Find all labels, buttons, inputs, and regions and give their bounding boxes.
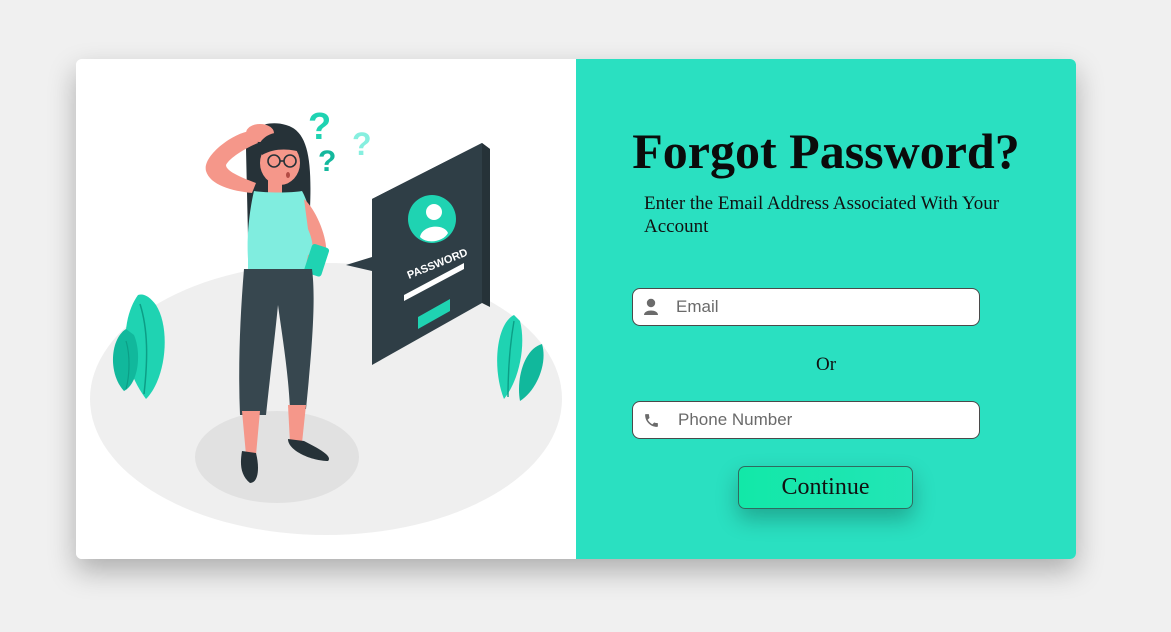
user-icon [642,298,660,316]
continue-button[interactable]: Continue [738,466,913,509]
phone-icon [642,411,660,429]
illustration-panel: PASSWORD ? ? ? [76,59,576,559]
phone-field-container[interactable] [632,401,980,439]
forgot-password-card: PASSWORD ? ? ? Forgot Password? Enter th… [76,59,1076,559]
svg-text:?: ? [318,145,336,178]
svg-text:?: ? [352,126,372,162]
form-subtitle: Enter the Email Address Associated With … [644,193,1000,237]
svg-text:?: ? [308,106,331,148]
form-panel: Forgot Password? Enter the Email Address… [576,59,1076,559]
email-field-container[interactable] [632,288,980,326]
email-input[interactable] [676,292,966,322]
or-divider: Or [815,354,837,375]
question-marks-icon: ? ? ? [308,106,372,178]
page-title: Forgot Password? [632,123,1020,179]
floor-shadow [90,263,562,535]
forgot-password-illustration: PASSWORD ? ? ? [90,106,562,535]
phone-input[interactable] [678,405,968,435]
person-shadow [195,411,359,503]
